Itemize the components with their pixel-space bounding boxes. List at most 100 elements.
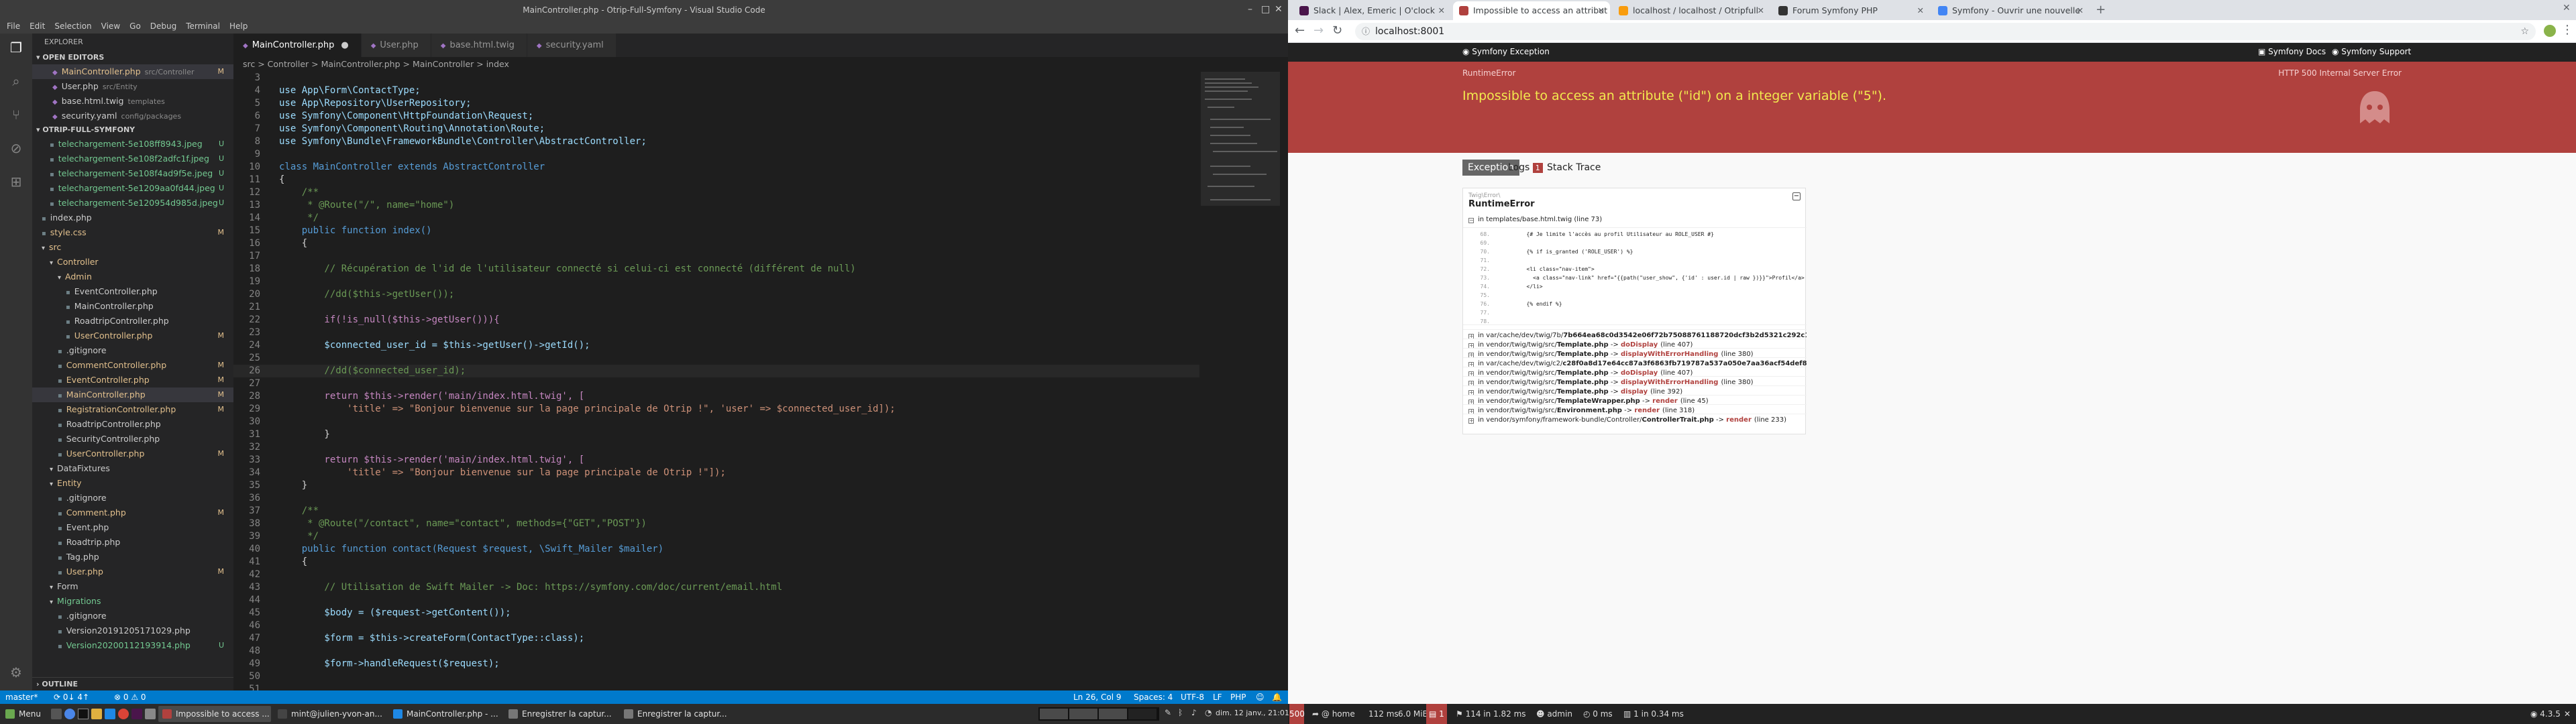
menu-file[interactable]: File <box>7 21 20 31</box>
db-item[interactable]: ▥ 1 in 0.34 ms <box>1623 704 1684 724</box>
bell-icon[interactable]: 🔔 <box>1272 690 1282 704</box>
wifi-icon[interactable]: ◔ <box>1205 708 1212 717</box>
file-item[interactable]: ▪ MainController.php <box>32 299 233 314</box>
workspace-4[interactable] <box>1128 709 1157 719</box>
minimap[interactable] <box>1201 72 1280 690</box>
language-mode[interactable]: PHP <box>1230 690 1246 704</box>
source-control-icon[interactable]: ⑂ <box>7 106 25 123</box>
vscode-launcher-icon[interactable] <box>105 709 115 719</box>
start-menu-button[interactable]: Menu <box>1 706 47 722</box>
file-item[interactable]: ▪ index.php <box>32 210 233 225</box>
tab-close-icon[interactable]: ✕ <box>1917 1 1924 20</box>
file-item[interactable]: ▪ telechargement-5e120954d985d.jpeg U <box>32 196 233 210</box>
git-branch[interactable]: master* <box>5 690 38 704</box>
file-item[interactable]: ▪ Version20191205171029.php <box>32 623 233 638</box>
symfony-version[interactable]: ◉ 4.3.5 <box>2530 704 2561 724</box>
outline-header[interactable]: › OUTLINE <box>32 677 233 690</box>
maximize-icon[interactable]: □ <box>1261 4 1270 15</box>
folder-item[interactable]: ▾ Form <box>32 579 233 594</box>
folder-item[interactable]: ▾ DataFixtures <box>32 461 233 476</box>
browser-tab[interactable]: Slack | Alex, Emeric | O'clock ✕ <box>1293 1 1450 20</box>
taskbar-window-button[interactable]: MainController.php - ... <box>389 706 502 722</box>
chrome-launcher-icon[interactable] <box>118 709 129 719</box>
file-item[interactable]: ▪ telechargement-5e1209aa0fd44.jpeg U <box>32 181 233 196</box>
avatar[interactable] <box>2544 25 2556 37</box>
dirty-dot-icon[interactable]: ● <box>341 40 348 50</box>
forward-icon[interactable]: → <box>1313 23 1324 38</box>
file-item[interactable]: ▪ RoadtripController.php <box>32 417 233 432</box>
menu-edit[interactable]: Edit <box>30 21 45 31</box>
memory-item[interactable]: 6.0 MiB <box>1398 704 1428 724</box>
open-editors-header[interactable]: ▾ OPEN EDITORS <box>32 51 233 64</box>
symfony-support-link[interactable]: ◉ Symfony Support <box>2332 47 2411 56</box>
code-editor[interactable]: 3 4 use App\Form\ContactType; 5 use App\Repo… <box>233 72 1199 690</box>
file-item[interactable]: ▪ EventController.php <box>32 284 233 299</box>
encoding[interactable]: UTF-8 <box>1181 690 1204 704</box>
time2-item[interactable]: ◴ 0 ms <box>1583 704 1613 724</box>
browser-tab[interactable]: Impossible to access an attribut ✕ <box>1453 1 1610 20</box>
volume-icon[interactable]: ♪ <box>1191 708 1197 717</box>
file-item[interactable]: ▪ UserController.php M <box>32 446 233 461</box>
file-item[interactable]: ▪ User.php M <box>32 564 233 579</box>
trace-frame[interactable]: + in vendor/symfony/framework-bundle/Cont… <box>1463 414 1807 426</box>
open-editor-item[interactable]: ◆ base.html.twig templates <box>32 94 233 109</box>
files-launcher-icon[interactable] <box>91 709 102 719</box>
bluetooth-icon[interactable]: ᛒ <box>1178 708 1183 717</box>
folder-item[interactable]: ▾ Entity <box>32 476 233 491</box>
file-item[interactable]: ▪ telechargement-5e108f2adfc1f.jpeg U <box>32 152 233 166</box>
slack-launcher-icon[interactable] <box>131 709 142 719</box>
menu-terminal[interactable]: Terminal <box>186 21 220 31</box>
errors-item[interactable]: ▤ 1 <box>1426 704 1447 724</box>
reload-icon[interactable]: ↻ <box>1332 23 1342 38</box>
tab-close-icon[interactable]: ✕ <box>1438 1 1445 20</box>
taskbar-window-button[interactable]: mint@julien-yvon-an... <box>274 706 386 722</box>
show-desktop-icon[interactable] <box>51 709 62 719</box>
file-item[interactable]: ▪ .gitignore <box>32 343 233 358</box>
file-item[interactable]: ▪ Version20200112193914.php U <box>32 638 233 653</box>
menu-view[interactable]: View <box>101 21 120 31</box>
workspace-3[interactable] <box>1099 709 1127 719</box>
feedback-icon[interactable]: ☺ <box>1256 690 1265 704</box>
file-item[interactable]: ▪ Event.php <box>32 520 233 535</box>
browser-tab[interactable]: localhost / localhost / Otripfull ✕ <box>1613 1 1770 20</box>
taskbar-window-button[interactable]: Enregistrer la captur... <box>620 706 733 722</box>
open-editor-item[interactable]: ◆ MainController.php src/Controller M <box>32 64 233 79</box>
browser-tab[interactable]: Symfony - Ouvrir une nouvelle ✕ <box>1932 1 2089 20</box>
kebab-menu-icon[interactable]: ⋮ <box>2561 23 2573 37</box>
project-header[interactable]: ▾ OTRIP-FULL-SYMFONY <box>32 123 233 137</box>
tab-close-icon[interactable]: ✕ <box>2077 1 2084 20</box>
menu-go[interactable]: Go <box>129 21 141 31</box>
folder-item[interactable]: ▾ src <box>32 240 233 255</box>
extensions-icon[interactable]: ⊞ <box>7 173 25 190</box>
open-editor-item[interactable]: ◆ security.yaml config/packages <box>32 109 233 123</box>
status-code[interactable]: 500 <box>1289 704 1305 724</box>
terminal-launcher-icon[interactable] <box>78 709 89 719</box>
window-close-icon[interactable]: ✕ <box>2563 3 2571 13</box>
editor-tab[interactable]: ◆ User.php <box>361 34 431 57</box>
workspace-1[interactable] <box>1040 709 1068 719</box>
tab-stack-trace[interactable]: Stack Trace <box>1542 160 1606 176</box>
clock[interactable]: dim. 12 janv., 21:01 <box>1216 709 1289 717</box>
indentation[interactable]: Spaces: 4 <box>1134 690 1173 704</box>
symfony-docs-link[interactable]: ▣ Symfony Docs <box>2258 47 2326 56</box>
cursor-position[interactable]: Ln 26, Col 9 <box>1073 690 1122 704</box>
firefox-launcher-icon[interactable] <box>64 709 75 719</box>
star-icon[interactable]: ☆ <box>2520 23 2529 40</box>
file-item[interactable]: ▪ RoadtripController.php <box>32 314 233 328</box>
open-editor-item[interactable]: ◆ User.php src/Entity <box>32 79 233 94</box>
close-icon[interactable]: ✕ <box>1275 4 1283 15</box>
debug-icon[interactable]: ⊘ <box>7 139 25 157</box>
info-icon[interactable]: ⓘ <box>1362 23 1370 40</box>
browser-tab[interactable]: Forum Symfony PHP ✕ <box>1772 1 1929 20</box>
toolbar-close-icon[interactable]: ✕ <box>2564 704 2571 724</box>
menu-help[interactable]: Help <box>229 21 248 31</box>
workspace-switcher[interactable] <box>1038 707 1159 721</box>
file-item[interactable]: ▪ Tag.php <box>32 550 233 564</box>
file-item[interactable]: ▪ CommentController.php M <box>32 358 233 373</box>
collapse-icon[interactable]: − <box>1792 192 1801 200</box>
time-item[interactable]: 112 ms <box>1368 704 1399 724</box>
address-bar[interactable]: ⓘ localhost:8001 ☆ <box>1355 23 2536 40</box>
user-item[interactable]: ☻ admin <box>1536 704 1572 724</box>
taskbar-window-button[interactable]: Enregistrer la captur... <box>504 706 617 722</box>
file-item[interactable]: ▪ RegistrationController.php M <box>32 402 233 417</box>
